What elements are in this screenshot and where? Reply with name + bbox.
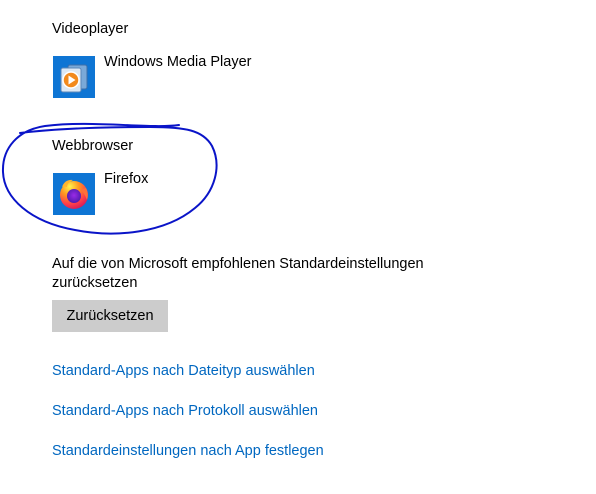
videoplayer-app-name: Windows Media Player — [104, 54, 252, 70]
link-apps-by-protocol[interactable]: Standard-Apps nach Protokoll auswählen — [52, 402, 318, 420]
windows-media-player-icon — [53, 56, 95, 98]
videoplayer-app-button[interactable]: Windows Media Player — [53, 54, 251, 98]
webbrowser-app-button[interactable]: Firefox — [53, 171, 148, 215]
videoplayer-heading: Videoplayer — [52, 21, 129, 37]
webbrowser-heading: Webbrowser — [52, 138, 134, 154]
link-defaults-by-app[interactable]: Standardeinstellungen nach App festlegen — [52, 442, 324, 460]
link-apps-by-file-type[interactable]: Standard-Apps nach Dateityp auswählen — [52, 362, 315, 380]
reset-button[interactable]: Zurücksetzen — [52, 300, 168, 332]
reset-description: Auf die von Microsoft empfohlenen Standa… — [52, 256, 424, 291]
firefox-icon — [53, 173, 95, 215]
webbrowser-app-name: Firefox — [104, 171, 149, 187]
